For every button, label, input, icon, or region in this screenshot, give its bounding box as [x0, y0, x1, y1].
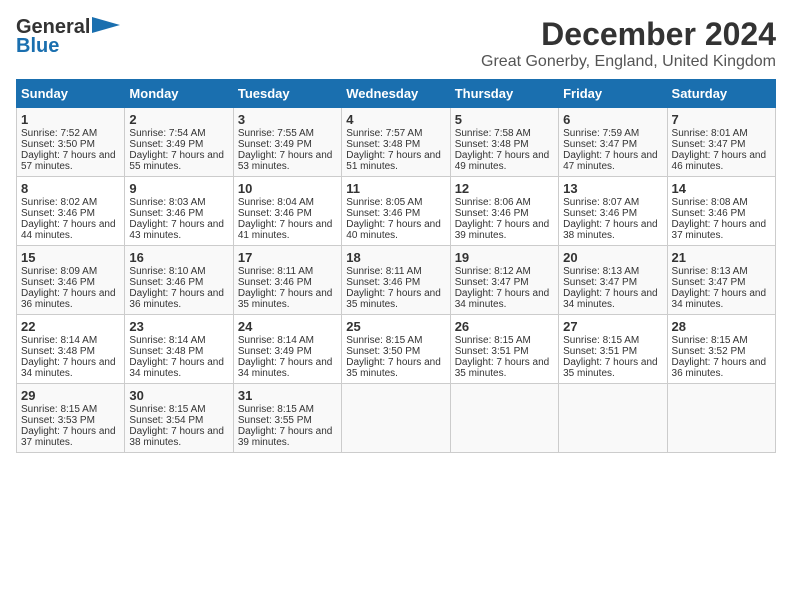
col-saturday: Saturday [667, 80, 775, 108]
day-cell: 21Sunrise: 8:13 AMSunset: 3:47 PMDayligh… [667, 246, 775, 315]
day-cell [342, 384, 450, 453]
day-cell [667, 384, 775, 453]
day-cell: 28Sunrise: 8:15 AMSunset: 3:52 PMDayligh… [667, 315, 775, 384]
day-cell: 7Sunrise: 8:01 AMSunset: 3:47 PMDaylight… [667, 108, 775, 177]
day-cell: 4Sunrise: 7:57 AMSunset: 3:48 PMDaylight… [342, 108, 450, 177]
subtitle: Great Gonerby, England, United Kingdom [481, 53, 776, 71]
day-cell: 15Sunrise: 8:09 AMSunset: 3:46 PMDayligh… [17, 246, 125, 315]
table-row: 1Sunrise: 7:52 AMSunset: 3:50 PMDaylight… [17, 108, 776, 177]
day-cell: 3Sunrise: 7:55 AMSunset: 3:49 PMDaylight… [233, 108, 341, 177]
day-cell: 31Sunrise: 8:15 AMSunset: 3:55 PMDayligh… [233, 384, 341, 453]
header-row: Sunday Monday Tuesday Wednesday Thursday… [17, 80, 776, 108]
calendar-table: Sunday Monday Tuesday Wednesday Thursday… [16, 79, 776, 453]
day-cell: 1Sunrise: 7:52 AMSunset: 3:50 PMDaylight… [17, 108, 125, 177]
day-cell: 5Sunrise: 7:58 AMSunset: 3:48 PMDaylight… [450, 108, 558, 177]
col-wednesday: Wednesday [342, 80, 450, 108]
day-cell: 10Sunrise: 8:04 AMSunset: 3:46 PMDayligh… [233, 177, 341, 246]
col-friday: Friday [559, 80, 667, 108]
logo: General Blue [16, 16, 120, 58]
day-cell: 18Sunrise: 8:11 AMSunset: 3:46 PMDayligh… [342, 246, 450, 315]
col-monday: Monday [125, 80, 233, 108]
day-cell: 23Sunrise: 8:14 AMSunset: 3:48 PMDayligh… [125, 315, 233, 384]
day-cell: 16Sunrise: 8:10 AMSunset: 3:46 PMDayligh… [125, 246, 233, 315]
day-cell: 19Sunrise: 8:12 AMSunset: 3:47 PMDayligh… [450, 246, 558, 315]
day-cell [559, 384, 667, 453]
day-cell: 13Sunrise: 8:07 AMSunset: 3:46 PMDayligh… [559, 177, 667, 246]
day-cell: 30Sunrise: 8:15 AMSunset: 3:54 PMDayligh… [125, 384, 233, 453]
day-cell: 6Sunrise: 7:59 AMSunset: 3:47 PMDaylight… [559, 108, 667, 177]
day-cell: 27Sunrise: 8:15 AMSunset: 3:51 PMDayligh… [559, 315, 667, 384]
day-cell: 26Sunrise: 8:15 AMSunset: 3:51 PMDayligh… [450, 315, 558, 384]
main-title: December 2024 [481, 16, 776, 53]
day-cell: 29Sunrise: 8:15 AMSunset: 3:53 PMDayligh… [17, 384, 125, 453]
day-cell: 8Sunrise: 8:02 AMSunset: 3:46 PMDaylight… [17, 177, 125, 246]
table-row: 15Sunrise: 8:09 AMSunset: 3:46 PMDayligh… [17, 246, 776, 315]
day-cell: 20Sunrise: 8:13 AMSunset: 3:47 PMDayligh… [559, 246, 667, 315]
logo-flag-icon [92, 17, 120, 39]
day-cell: 2Sunrise: 7:54 AMSunset: 3:49 PMDaylight… [125, 108, 233, 177]
col-thursday: Thursday [450, 80, 558, 108]
logo-blue: Blue [16, 35, 59, 58]
day-cell: 17Sunrise: 8:11 AMSunset: 3:46 PMDayligh… [233, 246, 341, 315]
day-cell: 9Sunrise: 8:03 AMSunset: 3:46 PMDaylight… [125, 177, 233, 246]
header: General Blue December 2024 Great Gonerby… [16, 16, 776, 71]
table-row: 8Sunrise: 8:02 AMSunset: 3:46 PMDaylight… [17, 177, 776, 246]
table-row: 29Sunrise: 8:15 AMSunset: 3:53 PMDayligh… [17, 384, 776, 453]
title-area: December 2024 Great Gonerby, England, Un… [481, 16, 776, 71]
day-cell: 24Sunrise: 8:14 AMSunset: 3:49 PMDayligh… [233, 315, 341, 384]
day-cell: 14Sunrise: 8:08 AMSunset: 3:46 PMDayligh… [667, 177, 775, 246]
table-row: 22Sunrise: 8:14 AMSunset: 3:48 PMDayligh… [17, 315, 776, 384]
col-tuesday: Tuesday [233, 80, 341, 108]
day-cell: 12Sunrise: 8:06 AMSunset: 3:46 PMDayligh… [450, 177, 558, 246]
day-cell [450, 384, 558, 453]
day-cell: 22Sunrise: 8:14 AMSunset: 3:48 PMDayligh… [17, 315, 125, 384]
day-cell: 25Sunrise: 8:15 AMSunset: 3:50 PMDayligh… [342, 315, 450, 384]
col-sunday: Sunday [17, 80, 125, 108]
day-cell: 11Sunrise: 8:05 AMSunset: 3:46 PMDayligh… [342, 177, 450, 246]
